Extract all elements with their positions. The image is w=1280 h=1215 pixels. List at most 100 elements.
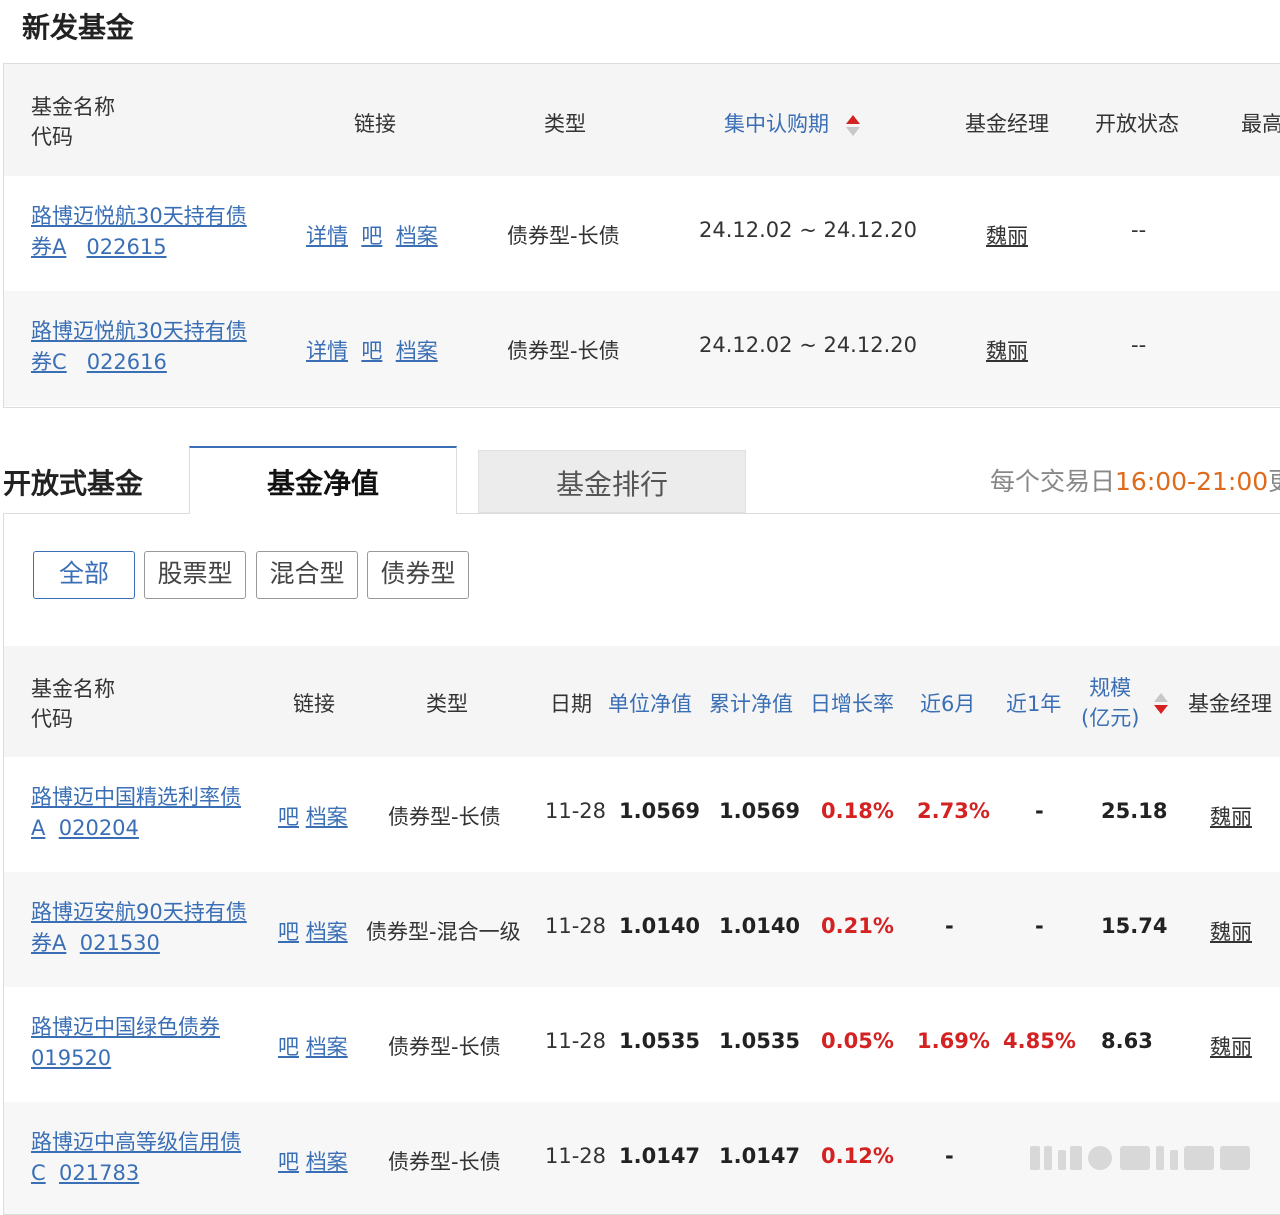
header-manager: 基金经理 — [1188, 692, 1272, 716]
fund-name-link[interactable]: 路博迈悦航30天持有债 — [31, 204, 247, 228]
fund-name-link[interactable]: 路博迈中国精选利率债 — [31, 785, 241, 809]
tab-fund-nav-label: 基金净值 — [266, 467, 379, 500]
unit-nav: 1.0147 — [619, 1144, 701, 1168]
filter-hybrid-button[interactable]: 混合型 — [256, 551, 358, 599]
forum-link[interactable]: 吧 — [278, 1150, 299, 1174]
manager-link[interactable]: 魏丽 — [986, 335, 1028, 365]
profile-link[interactable]: 档案 — [306, 1035, 348, 1059]
manager-link[interactable]: 魏丽 — [1210, 1031, 1252, 1061]
header-code: 代码 — [31, 707, 73, 731]
forum-link[interactable]: 吧 — [361, 339, 382, 363]
header-period-sort[interactable]: 集中认购期 — [724, 108, 860, 138]
fund-name-cell: 路博迈中国绿色债券 019520 — [31, 1012, 220, 1074]
manager-link[interactable]: 魏丽 — [986, 220, 1028, 250]
fund-name-link-cont[interactable]: 券A — [31, 235, 66, 259]
filter-all-button[interactable]: 全部 — [33, 551, 135, 599]
header-links: 链接 — [354, 112, 396, 136]
open-funds-title: 开放式基金 — [3, 467, 144, 500]
header-nav-sort[interactable]: 单位净值 — [608, 688, 692, 718]
links-cell: 详情 吧 档案 — [306, 220, 438, 250]
header-scale-sort[interactable]: 规模 (亿元) — [1081, 673, 1139, 733]
forum-link[interactable]: 吧 — [361, 224, 382, 248]
manager-link[interactable]: 魏丽 — [1210, 916, 1252, 946]
profile-link[interactable]: 档案 — [306, 920, 348, 944]
fund-name-link[interactable]: 路博迈中国绿色债券 — [31, 1015, 220, 1039]
tab-fund-nav[interactable]: 基金净值 — [189, 446, 457, 514]
header-daily-sort[interactable]: 日增长率 — [810, 688, 894, 718]
fund-code-link[interactable]: 021530 — [80, 931, 160, 955]
fund-code-link[interactable]: 021783 — [59, 1161, 139, 1185]
accumulated-nav: 1.0535 — [719, 1029, 801, 1053]
profile-link[interactable]: 档案 — [306, 805, 348, 829]
fund-name-link-cont[interactable]: C — [31, 1161, 46, 1185]
fund-code-link[interactable]: 019520 — [31, 1046, 111, 1070]
fund-name-link[interactable]: 路博迈悦航30天持有债 — [31, 319, 247, 343]
detail-link[interactable]: 详情 — [306, 224, 348, 248]
unit-nav: 1.0569 — [619, 799, 701, 823]
notice-prefix: 每个交易日 — [990, 467, 1116, 496]
daily-growth: 0.12% — [821, 1144, 894, 1168]
new-funds-table: 基金名称 代码 链接 类型 集中认购期 基金经理 开放状态 最高 路博迈悦航30… — [3, 63, 1280, 408]
fund-scale: 25.18 — [1101, 799, 1168, 823]
header-1y-sort[interactable]: 近1年 — [1006, 688, 1061, 718]
table-row: 路博迈悦航30天持有债 券C 022616 详情 吧 档案 债券型-长债 24.… — [4, 291, 1280, 406]
open-funds-header-row: 基金名称 代码 链接 类型 日期 单位净值 累计净值 日增长率 近6月 近1年 … — [4, 646, 1280, 757]
table-row: 路博迈中国绿色债券 019520 吧 档案 债券型-长债 11-28 1.0535 1.05… — [4, 987, 1280, 1102]
filter-stock-button[interactable]: 股票型 — [144, 551, 246, 599]
header-type: 类型 — [544, 112, 586, 136]
links-cell: 吧 档案 — [278, 1146, 348, 1176]
forum-link[interactable]: 吧 — [278, 1035, 299, 1059]
accumulated-nav: 1.0569 — [719, 799, 801, 823]
fund-type: 债券型-长债 — [507, 224, 620, 248]
fund-name-cell: 路博迈安航90天持有债 券A 021530 — [31, 897, 247, 959]
table-row: 路博迈安航90天持有债 券A 021530 吧 档案 债券型-混合一级 11-28 1.0… — [4, 872, 1280, 987]
fund-type: 债券型-混合一级 — [366, 920, 521, 944]
header-status: 开放状态 — [1095, 112, 1179, 136]
header-links: 链接 — [293, 692, 335, 716]
filter-bond-button[interactable]: 债券型 — [367, 551, 469, 599]
growth-6m: 1.69% — [917, 1029, 990, 1053]
fund-code-link[interactable]: 022615 — [86, 235, 166, 259]
profile-link[interactable]: 档案 — [396, 339, 438, 363]
header-scale-label: 规模 — [1089, 676, 1132, 700]
forum-link[interactable]: 吧 — [278, 805, 299, 829]
fund-scale: 8.63 — [1101, 1029, 1153, 1053]
subscription-period: 24.12.02 ~ 24.12.20 — [699, 333, 917, 357]
unit-nav: 1.0535 — [619, 1029, 701, 1053]
growth-1y: - — [1035, 914, 1044, 938]
detail-link[interactable]: 详情 — [306, 339, 348, 363]
manager-link[interactable]: 魏丽 — [1210, 801, 1252, 831]
header-type: 类型 — [426, 692, 468, 716]
accumulated-nav: 1.0140 — [719, 914, 801, 938]
fund-name-link[interactable]: 路博迈安航90天持有债 — [31, 900, 247, 924]
fund-name-cell: 路博迈悦航30天持有债 券A 022615 — [31, 201, 247, 263]
table-row: 路博迈中国精选利率债 A 020204 吧 档案 债券型-长债 11-28 1.0569 1… — [4, 757, 1280, 872]
forum-link[interactable]: 吧 — [278, 920, 299, 944]
profile-link[interactable]: 档案 — [306, 1150, 348, 1174]
watermark-logo — [1030, 1146, 1250, 1170]
fund-name-cell: 路博迈中高等级信用债 C 021783 — [31, 1127, 241, 1189]
links-cell: 详情 吧 档案 — [306, 335, 438, 365]
fund-type: 债券型-长债 — [388, 1035, 501, 1059]
tab-fund-ranking[interactable]: 基金排行 — [478, 450, 746, 513]
header-period-label: 集中认购期 — [724, 112, 829, 136]
open-funds-panel: 全部 股票型 混合型 债券型 基金名称 代码 链接 类型 日期 单位净值 累计净… — [3, 513, 1280, 1215]
growth-6m: 2.73% — [917, 799, 990, 823]
tab-fund-ranking-label: 基金排行 — [555, 468, 668, 501]
fund-scale: 15.74 — [1101, 914, 1168, 938]
links-cell: 吧 档案 — [278, 801, 348, 831]
fund-name-link-cont[interactable]: A — [31, 816, 45, 840]
nav-date: 11-28 — [545, 1144, 607, 1168]
fund-name-link-cont[interactable]: 券A — [31, 931, 66, 955]
header-6m-sort[interactable]: 近6月 — [920, 688, 975, 718]
header-acc-nav-sort[interactable]: 累计净值 — [709, 688, 793, 718]
profile-link[interactable]: 档案 — [396, 224, 438, 248]
fund-name-link[interactable]: 路博迈中高等级信用债 — [31, 1130, 241, 1154]
new-funds-title: 新发基金 — [22, 11, 135, 44]
fund-name-link-cont[interactable]: 券C — [31, 350, 67, 374]
growth-6m: - — [945, 1144, 954, 1168]
fund-code-link[interactable]: 022616 — [87, 350, 167, 374]
subscription-period: 24.12.02 ~ 24.12.20 — [699, 218, 917, 242]
table-row: 路博迈悦航30天持有债 券A 022615 详情 吧 档案 债券型-长债 24.… — [4, 176, 1280, 291]
fund-code-link[interactable]: 020204 — [59, 816, 139, 840]
